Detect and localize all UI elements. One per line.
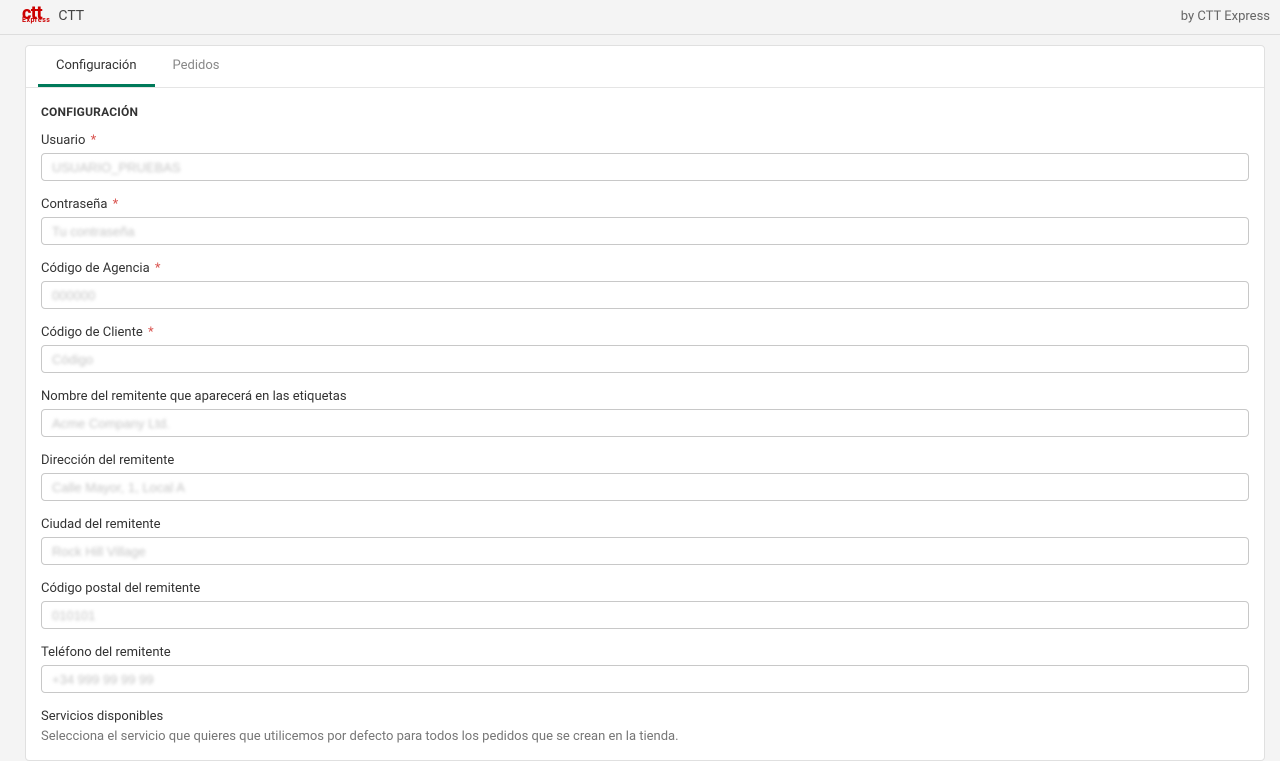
tab-configuracion[interactable]: Configuración xyxy=(38,46,155,87)
field-servicios: Servicios disponibles Selecciona el serv… xyxy=(41,709,1249,744)
field-nombre-remitente: Nombre del remitente que aparecerá en la… xyxy=(41,389,1249,437)
topbar: ctt Express CTT by CTT Express xyxy=(0,0,1280,35)
label-codigo-cliente-text: Código de Cliente xyxy=(41,325,143,340)
required-star: * xyxy=(113,197,119,212)
label-contrasena-text: Contraseña xyxy=(41,197,107,212)
input-direccion[interactable] xyxy=(41,473,1249,501)
label-nombre-remitente: Nombre del remitente que aparecerá en la… xyxy=(41,389,1249,404)
config-card: Configuración Pedidos CONFIGURACIÓN Usua… xyxy=(25,45,1265,761)
tab-pedidos[interactable]: Pedidos xyxy=(155,46,238,87)
tab-bar: Configuración Pedidos xyxy=(26,46,1264,88)
input-codigo-agencia[interactable] xyxy=(41,281,1249,309)
input-cp[interactable] xyxy=(41,601,1249,629)
field-contrasena: Contraseña * xyxy=(41,197,1249,245)
label-ciudad: Ciudad del remitente xyxy=(41,517,1249,532)
label-codigo-agencia-text: Código de Agencia xyxy=(41,261,150,276)
byline: by CTT Express xyxy=(1181,9,1270,24)
label-telefono: Teléfono del remitente xyxy=(41,645,1249,660)
input-codigo-cliente[interactable] xyxy=(41,345,1249,373)
field-codigo-agencia: Código de Agencia * xyxy=(41,261,1249,309)
required-star: * xyxy=(155,261,161,276)
app-title: CTT xyxy=(58,8,84,24)
label-codigo-agencia: Código de Agencia * xyxy=(41,261,1249,276)
label-contrasena: Contraseña * xyxy=(41,197,1249,212)
label-cp: Código postal del remitente xyxy=(41,581,1249,596)
input-ciudad[interactable] xyxy=(41,537,1249,565)
field-telefono: Teléfono del remitente xyxy=(41,645,1249,693)
field-direccion: Dirección del remitente xyxy=(41,453,1249,501)
label-direccion: Dirección del remitente xyxy=(41,453,1249,468)
input-usuario[interactable] xyxy=(41,153,1249,181)
label-codigo-cliente: Código de Cliente * xyxy=(41,325,1249,340)
input-telefono[interactable] xyxy=(41,665,1249,693)
field-codigo-cliente: Código de Cliente * xyxy=(41,325,1249,373)
hint-servicios: Selecciona el servicio que quieres que u… xyxy=(41,729,1249,744)
section-title: CONFIGURACIÓN xyxy=(41,105,1249,119)
topbar-left: ctt Express CTT xyxy=(22,8,84,24)
label-servicios: Servicios disponibles xyxy=(41,709,1249,724)
label-usuario: Usuario * xyxy=(41,133,1249,148)
field-ciudad: Ciudad del remitente xyxy=(41,517,1249,565)
input-contrasena[interactable] xyxy=(41,217,1249,245)
logo-line2: Express xyxy=(22,19,50,23)
form-area: CONFIGURACIÓN Usuario * Contraseña * Cód… xyxy=(26,88,1264,760)
required-star: * xyxy=(148,325,154,340)
input-nombre-remitente[interactable] xyxy=(41,409,1249,437)
field-cp: Código postal del remitente xyxy=(41,581,1249,629)
required-star: * xyxy=(91,133,97,148)
ctt-logo: ctt Express xyxy=(22,9,50,23)
field-usuario: Usuario * xyxy=(41,133,1249,181)
label-usuario-text: Usuario xyxy=(41,133,85,148)
